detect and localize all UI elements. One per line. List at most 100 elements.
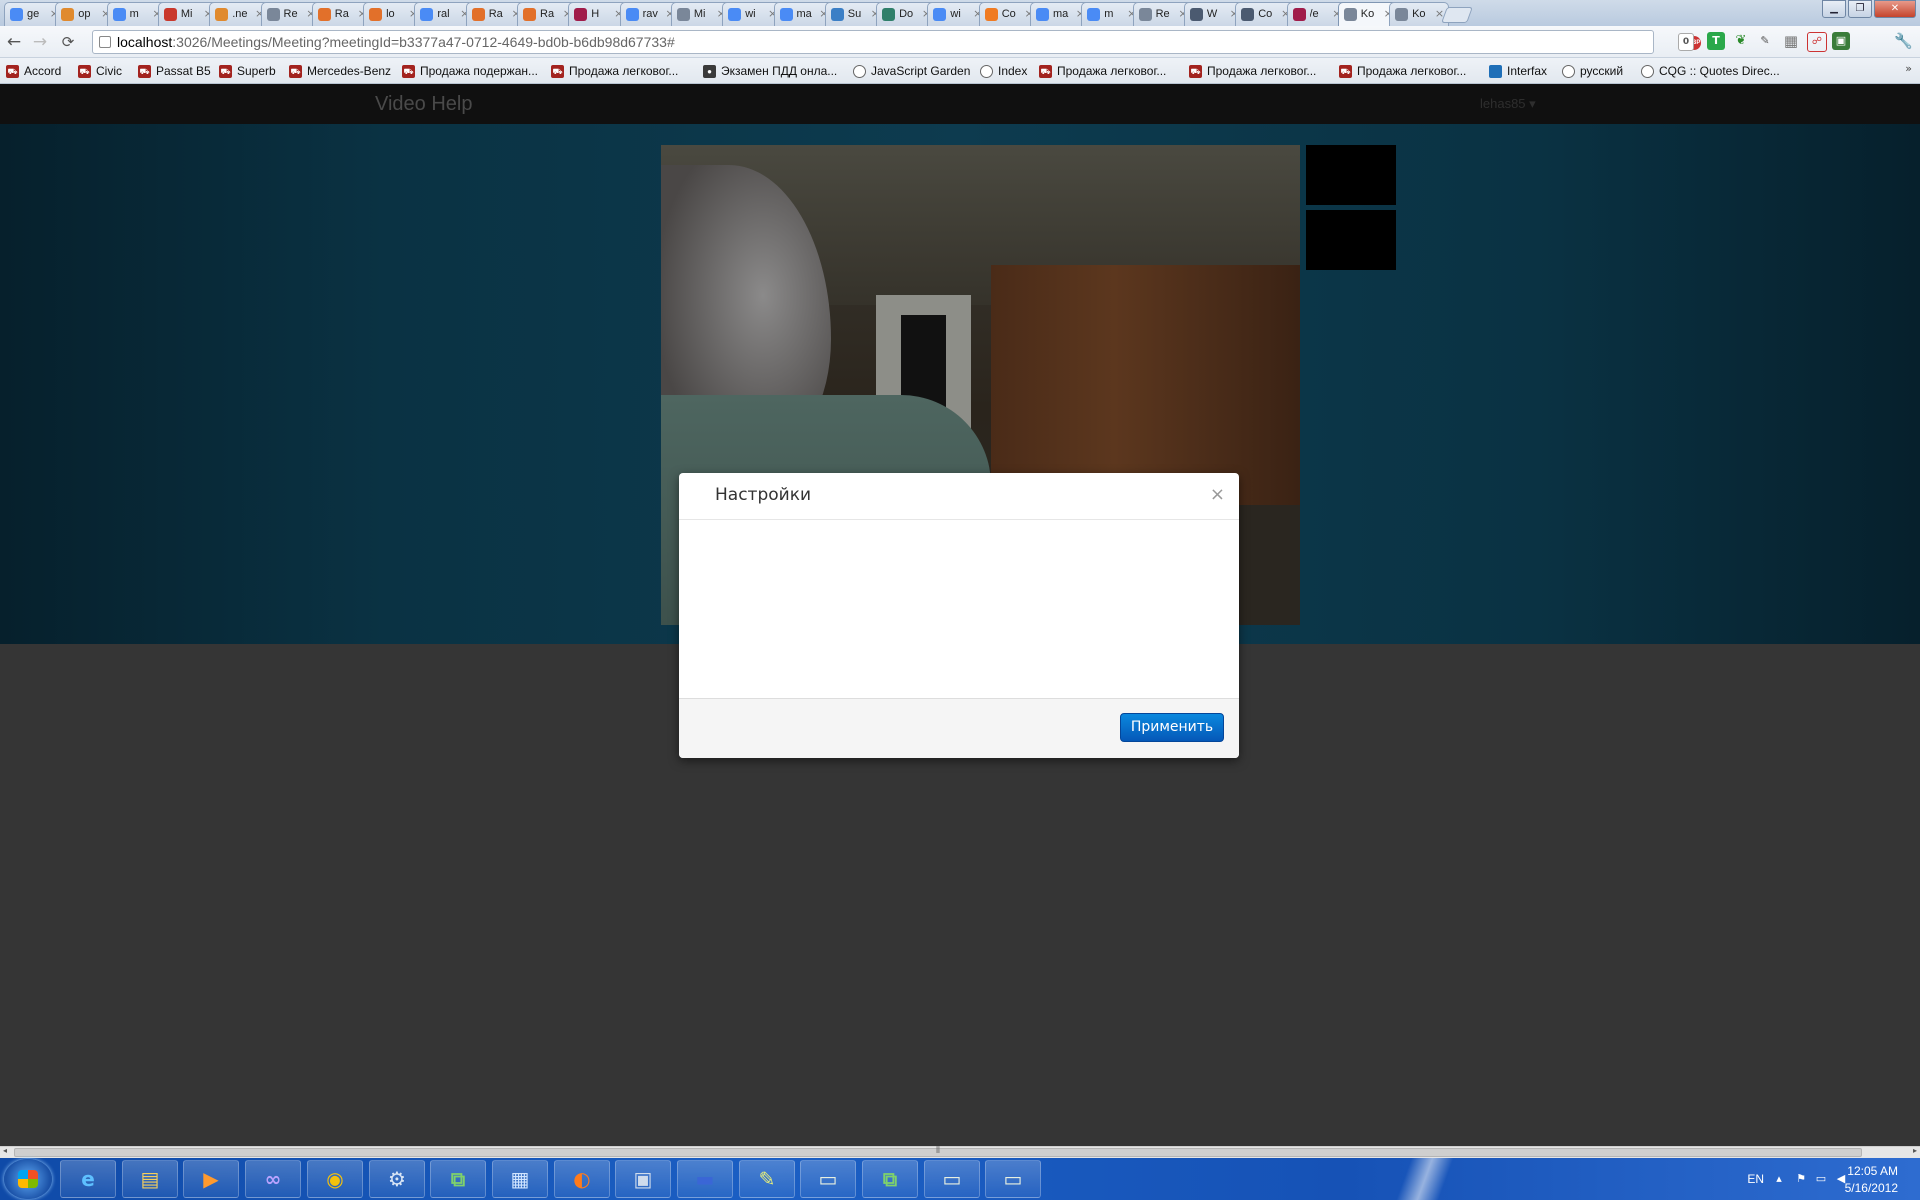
bookmark-item[interactable]: Index: [980, 63, 1027, 79]
bookmark-item[interactable]: русский: [1562, 63, 1623, 79]
tab-title: ge: [27, 8, 40, 20]
tab-title: m: [129, 8, 139, 20]
bookmark-label: Index: [998, 64, 1028, 78]
tab-title: Ko: [1412, 8, 1426, 20]
modal-header: Настройки ×: [679, 473, 1239, 520]
google-icon: [112, 8, 126, 21]
taskbar-network-tool-icon[interactable]: ▣: [615, 1160, 671, 1198]
tab-title: Ra: [488, 8, 503, 20]
google-icon: [420, 8, 434, 21]
bookmark-item[interactable]: Interfax: [1489, 63, 1547, 79]
start-button[interactable]: [4, 1159, 52, 1199]
trello-extension-icon[interactable]: T: [1707, 32, 1725, 50]
bookmark-item[interactable]: ⛟ Mercedes-Benz: [289, 63, 391, 79]
taskbar-window-app-1-icon[interactable]: ▭: [800, 1160, 856, 1198]
address-bar[interactable]: localhost:3026/Meetings/Meeting?meetingI…: [92, 30, 1722, 54]
minimize-button[interactable]: ▁: [1822, 0, 1846, 18]
evernote-extension-icon[interactable]: ❦: [1732, 32, 1750, 50]
scroll-right-icon[interactable]: ▸: [1913, 1146, 1917, 1155]
new-tab-button[interactable]: [1441, 7, 1474, 23]
car-icon: ⛟: [6, 64, 19, 78]
counter-extension[interactable]: 0: [1678, 33, 1694, 51]
bookmark-label: Продажа легковог...: [1057, 64, 1167, 78]
globe-icon: [1138, 8, 1152, 21]
habr-icon: [317, 8, 331, 21]
clock-time[interactable]: 12:05 AM: [1847, 1164, 1898, 1178]
horizontal-scrollbar[interactable]: ◂ ⦀ ▸: [0, 1146, 1920, 1158]
taskbar-notepad-tool-icon[interactable]: ✎: [739, 1160, 795, 1198]
tab-title: H: [591, 8, 600, 20]
pen-extension-icon[interactable]: ✎: [1756, 32, 1774, 50]
bookmark-item[interactable]: ⛟ Civic: [78, 63, 122, 79]
bookmark-item[interactable]: ⛟ Продажа легковог...: [551, 63, 678, 79]
network-icon[interactable]: ▭: [1814, 1173, 1828, 1185]
globe-icon: [853, 64, 866, 78]
blogger-icon: [984, 8, 998, 21]
rss-extension-icon[interactable]: ☍: [1807, 32, 1827, 52]
tab-title: Mi: [180, 8, 193, 20]
taskbar-chrome-icon[interactable]: ◉: [307, 1160, 363, 1198]
reload-icon[interactable]: ⟳: [58, 32, 78, 52]
taskbar-vs-tool-icon[interactable]: ⧉: [430, 1160, 486, 1198]
bookmark-label: Interfax: [1507, 64, 1548, 78]
action-center-flag-icon[interactable]: ⚑: [1794, 1173, 1808, 1185]
chat-icon: [830, 8, 844, 21]
book-icon: [1189, 8, 1203, 21]
bookmark-label: русский: [1580, 64, 1624, 78]
bookmark-item[interactable]: ⛟ Accord: [6, 63, 61, 79]
tab-title: m: [1104, 8, 1114, 20]
close-window-button[interactable]: ✕: [1874, 0, 1916, 18]
taskbar-file-explorer-icon[interactable]: ▤: [122, 1160, 178, 1198]
bird-icon: [1292, 8, 1306, 21]
bookmark-item[interactable]: JavaScript Garden: [853, 63, 970, 79]
taskbar-settings-app-icon[interactable]: ⚙: [369, 1160, 425, 1198]
bookmark-label: Accord: [24, 64, 62, 78]
bookmark-item[interactable]: ⛟ Продажа легковог...: [1189, 63, 1316, 79]
bookmarks-more-icon[interactable]: »: [1905, 62, 1912, 75]
clock-date[interactable]: 5/16/2012: [1845, 1181, 1898, 1195]
browser-tab[interactable]: Ko ×: [1389, 2, 1450, 26]
taskbar-window-app-2-icon[interactable]: ▭: [924, 1160, 980, 1198]
screenshot-extension-icon[interactable]: ▣: [1832, 32, 1850, 50]
bookmark-item[interactable]: ⛟ Продажа подержан...: [402, 63, 538, 79]
tab-title: rav: [642, 8, 658, 20]
close-icon[interactable]: ×: [1210, 484, 1225, 505]
bookmark-item[interactable]: CQG :: Quotes Direc...: [1641, 63, 1780, 79]
bookmark-item[interactable]: ⛟ Passat B5: [138, 63, 211, 79]
stackoverflow-icon: [215, 8, 229, 21]
taskbar-firefox-icon[interactable]: ◐: [554, 1160, 610, 1198]
tab-title: Su: [847, 8, 862, 20]
taskbar-sql-tool-icon[interactable]: ▦: [492, 1160, 548, 1198]
language-indicator[interactable]: EN: [1747, 1172, 1764, 1186]
taskbar-visual-studio-icon[interactable]: ∞: [245, 1160, 301, 1198]
taskbar-vs-tool-2-icon[interactable]: ⧉: [862, 1160, 918, 1198]
google-icon: [933, 8, 947, 21]
wrench-icon[interactable]: 🔧: [1894, 32, 1913, 50]
tab-title: Ra: [334, 8, 349, 20]
bookmark-item[interactable]: ● Экзамен ПДД онла...: [703, 63, 837, 79]
taskbar-internet-explorer-icon[interactable]: e: [60, 1160, 116, 1198]
bookmark-label: Civic: [96, 64, 122, 78]
scroll-left-icon[interactable]: ◂: [3, 1146, 7, 1155]
taskbar-media-player-icon[interactable]: ▶: [183, 1160, 239, 1198]
show-hidden-icons-icon[interactable]: ▴: [1772, 1173, 1786, 1185]
forward-icon[interactable]: →: [30, 32, 50, 52]
bookmark-label: Mercedes-Benz: [307, 64, 392, 78]
car-icon: ⛟: [289, 64, 302, 78]
bookmark-item[interactable]: ⛟ Продажа легковог...: [1039, 63, 1166, 79]
maximize-button[interactable]: ❐: [1848, 0, 1872, 18]
tab-title: Do: [899, 8, 914, 20]
taskbar-save-tool-icon[interactable]: ▬: [677, 1160, 733, 1198]
bookmark-label: Экзамен ПДД онла...: [721, 64, 838, 78]
taskbar-window-app-3-icon[interactable]: ▭: [985, 1160, 1041, 1198]
tab-title: Co: [1258, 8, 1273, 20]
tab-title: /e: [1309, 8, 1319, 20]
bookmark-item[interactable]: ⛟ Продажа легковог...: [1339, 63, 1466, 79]
grid-extension-icon[interactable]: ▦: [1782, 32, 1800, 50]
back-icon[interactable]: ←: [4, 32, 24, 52]
apply-button[interactable]: Применить: [1120, 713, 1224, 742]
url-text[interactable]: localhost:3026/Meetings/Meeting?meetingI…: [117, 31, 675, 53]
tab-title: ral: [437, 8, 450, 20]
bookmark-item[interactable]: ⛟ Superb: [219, 63, 276, 79]
tab-title: Re: [1155, 8, 1170, 20]
